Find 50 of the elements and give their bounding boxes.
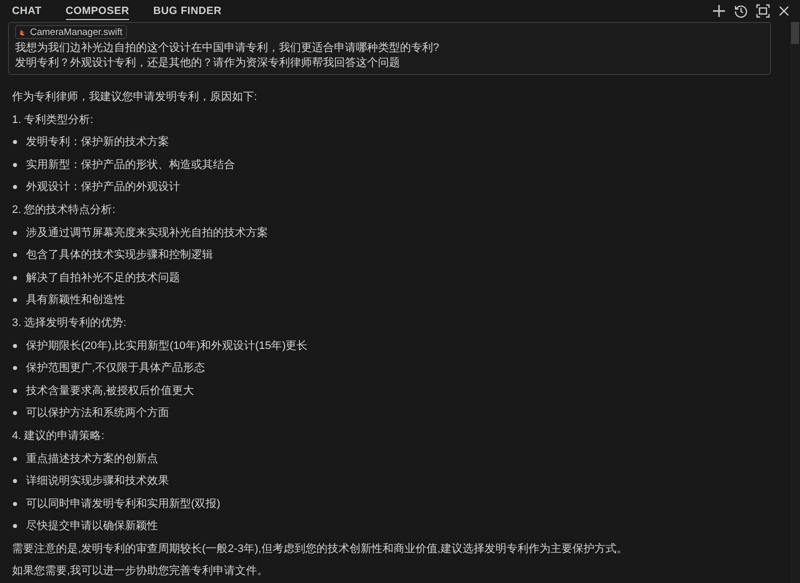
section-heading: 1. 专利类型分析: <box>12 112 94 128</box>
bullet-text: 尽快提交申请以确保新颖性 <box>26 518 158 534</box>
bullet-icon <box>13 162 17 167</box>
plus-icon[interactable] <box>712 4 726 18</box>
bullet-icon <box>13 502 17 506</box>
bullet-text: 外观设计：保护产品的外观设计 <box>26 180 180 196</box>
section-heading: 2. 您的技术特点分析: <box>12 202 116 218</box>
section-heading: 3. 选择发明专利的优势: <box>12 316 128 331</box>
history-icon[interactable] <box>734 4 748 18</box>
bullet-text: 包含了具体的技术实现步骤和控制逻辑 <box>26 248 213 264</box>
bullet-icon <box>13 253 17 258</box>
bullet-text: 可以同时申请发明专利和实用新型(双报) <box>26 496 220 512</box>
response-text: 作为专利律师，我建议您申请发明专利，原因如下: <box>12 90 258 105</box>
message-text: 发明专利？外观设计专利，还是其他的？请作为资深专利律师帮我回答这个问题 <box>15 56 401 71</box>
bullet-text: 发明专利：保护新的技术方案 <box>26 134 169 150</box>
file-name: CameraManager.swift <box>30 26 122 38</box>
bullet-text: 重点描述技术方案的创新点 <box>26 452 158 466</box>
bullet-icon <box>13 276 17 280</box>
bullet-icon <box>13 388 17 393</box>
bullet-icon <box>13 456 17 460</box>
bullet-icon <box>13 524 17 528</box>
bullet-text: 解决了自拍补光不足的技术问题 <box>26 270 180 286</box>
bullet-icon <box>13 185 17 190</box>
bullet-icon <box>13 411 17 416</box>
bullet-text: 具有新颖性和创造性 <box>26 292 125 308</box>
bullet-text: 可以保护方法和系统两个方面 <box>26 406 169 422</box>
swift-file-icon <box>20 28 27 36</box>
tab[interactable]: BUG FINDER <box>153 0 222 20</box>
bullet-icon <box>13 479 17 484</box>
expand-icon[interactable] <box>756 4 770 18</box>
response-text: 需要注意的是,发明专利的审查周期较长(一般2-3年),但考虑到您的技术创新性和商业价值,建议选择发明专利作为主要保护方式。 <box>12 542 628 557</box>
bullet-text: 保护期限长(20年),比实用新型(10年)和外观设计(15年)更长 <box>26 338 308 354</box>
scrollbar-thumb[interactable] <box>791 22 799 44</box>
tab[interactable]: COMPOSER <box>66 0 130 20</box>
message-text: 我想为我们边补光边自拍的这个设计在中国申请专利，我们更适合申请哪种类型的专利? <box>15 41 440 56</box>
section-heading: 4. 建议的申请策略: <box>12 428 106 444</box>
bullet-icon <box>13 366 17 370</box>
bullet-text: 涉及通过调节屏幕亮度来实现补光自拍的技术方案 <box>26 226 268 241</box>
bullet-text: 实用新型：保护产品的形状、构造或其结合 <box>26 158 235 173</box>
bullet-text: 技术含量要求高,被授权后价值更大 <box>26 384 194 399</box>
bullet-text: 详细说明实现步骤和技术效果 <box>26 474 169 490</box>
bullet-icon <box>13 230 17 235</box>
close-icon[interactable] <box>778 5 790 17</box>
response-text: 如果您需要,我可以进一步协助您完善专利申请文件。 <box>12 564 270 580</box>
bullet-text: 保护范围更广,不仅限于具体产品形态 <box>26 360 206 376</box>
bullet-icon <box>13 140 17 144</box>
bullet-icon <box>13 298 17 302</box>
bullet-icon <box>13 344 17 348</box>
tab[interactable]: CHAT <box>12 0 42 20</box>
file-chip[interactable]: CameraManager.swift <box>15 25 128 39</box>
